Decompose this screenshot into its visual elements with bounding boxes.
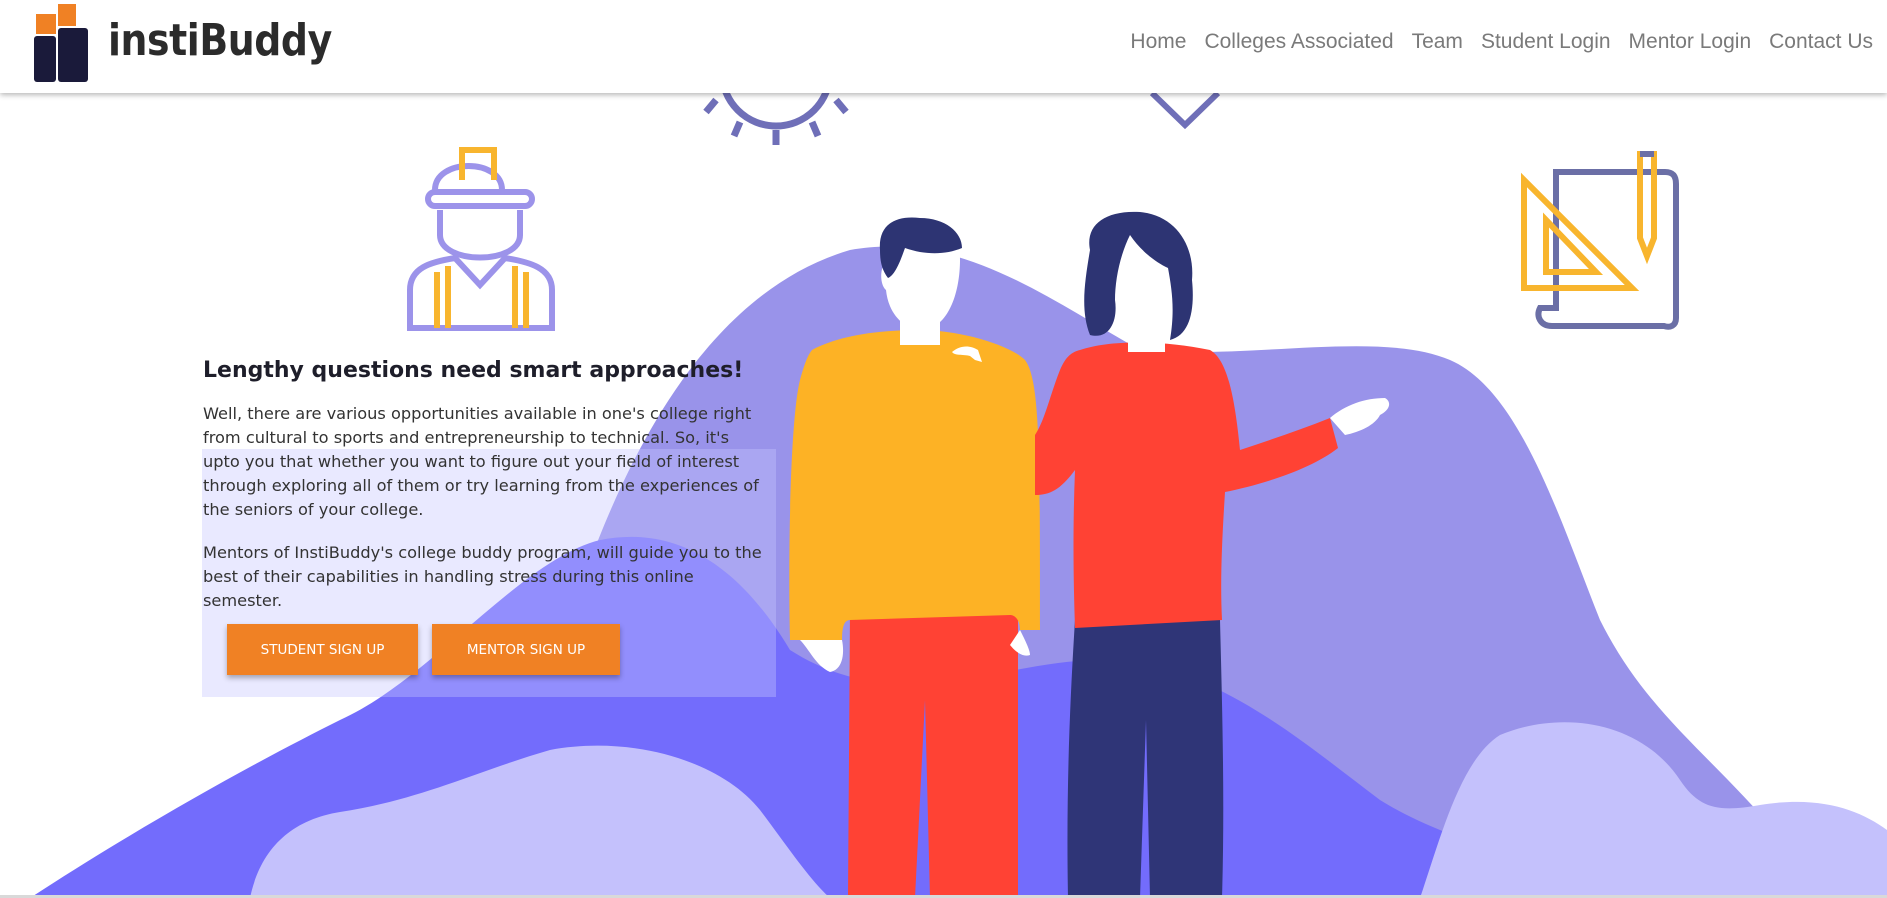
instibuddy-logo-icon[interactable] [34,4,90,82]
nav-home-link[interactable]: Home [1130,29,1186,55]
navbar: instiBuddy Home Colleges Associated Team… [0,0,1887,93]
blueprint-icon [1521,151,1679,330]
mentor-signup-button[interactable]: MENTOR SIGN UP [432,624,620,675]
gear-icon [703,93,849,145]
nav-colleges-associated-link[interactable]: Colleges Associated [1204,29,1393,55]
nav-links: Home Colleges Associated Team Student Lo… [1130,29,1873,55]
hero-paragraph-mentors: Mentors of InstiBuddy's college buddy pr… [203,543,762,610]
hero-paragraph-opportunities: Well, there are various opportunities av… [203,404,759,519]
hero-title: Lengthy questions need smart approaches! [203,358,744,383]
nav-contact-us-link[interactable]: Contact Us [1769,29,1873,55]
nav-mentor-login-link[interactable]: Mentor Login [1629,29,1752,55]
brand-name[interactable]: instiBuddy [108,19,332,63]
engineer-icon [407,147,555,331]
diamond-icon [1149,93,1221,130]
nav-team-link[interactable]: Team [1412,29,1463,55]
nav-student-login-link[interactable]: Student Login [1481,29,1611,55]
student-signup-button[interactable]: STUDENT SIGN UP [227,624,418,675]
